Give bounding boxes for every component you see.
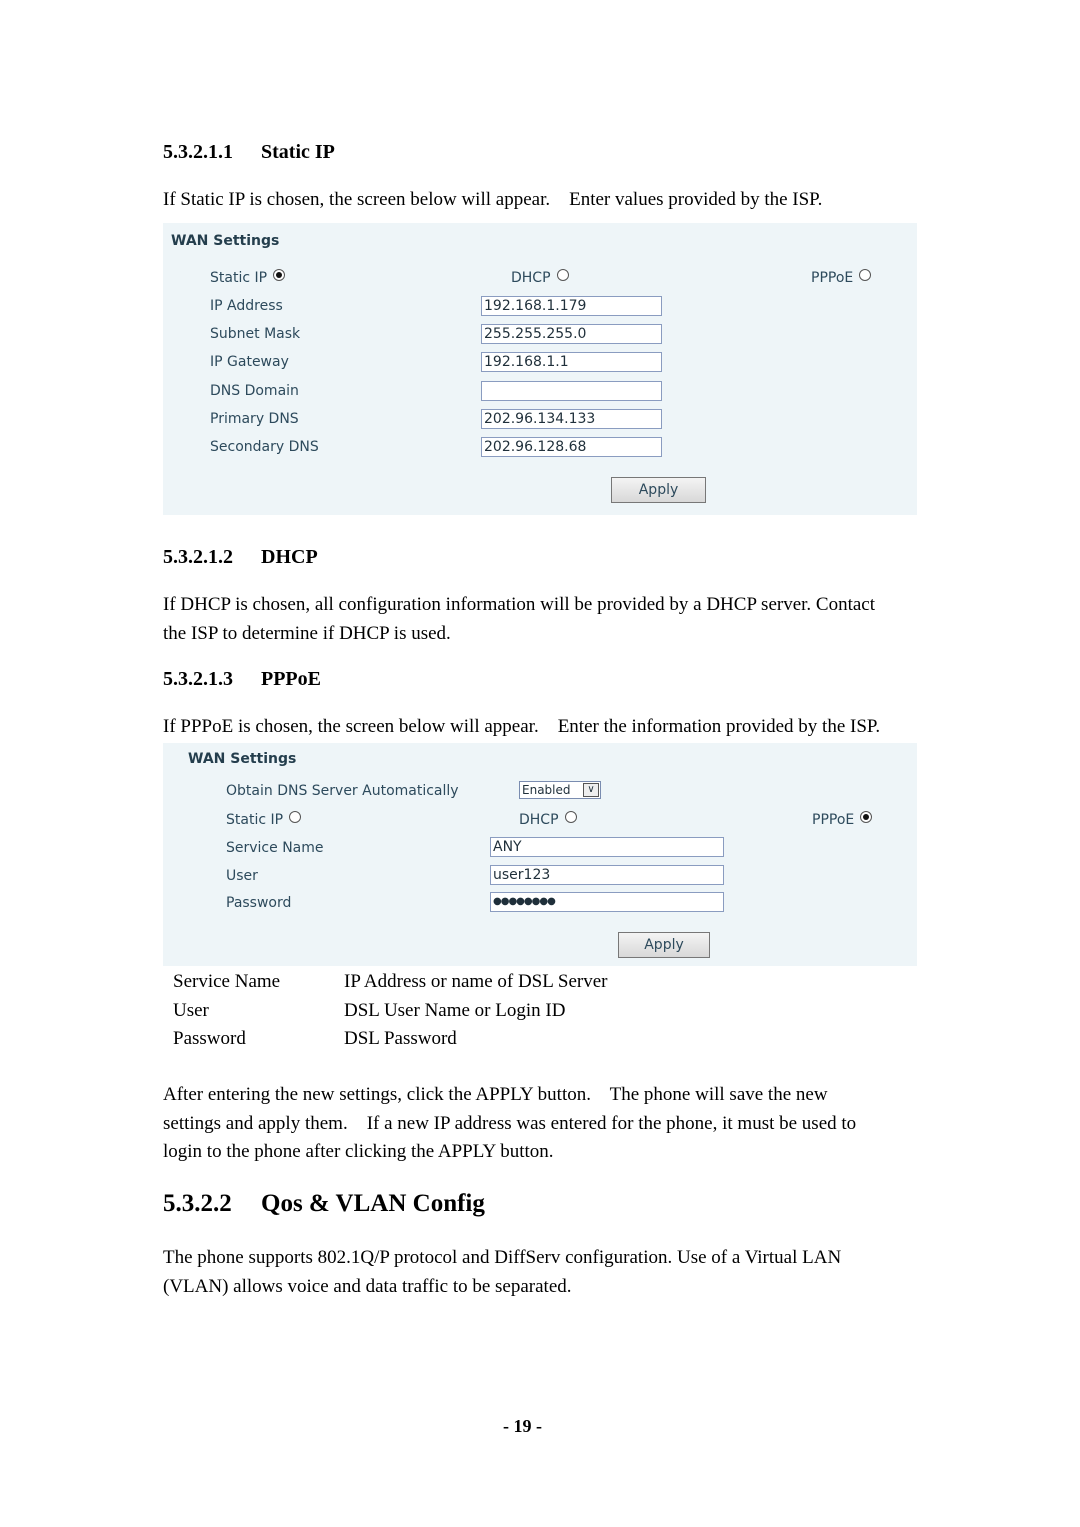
paragraph: If PPPoE is chosen, the screen below wil… bbox=[163, 716, 881, 737]
heading-pppoe: 5.3.2.1.3 PPPoE bbox=[163, 668, 321, 690]
page-number: - 19 - bbox=[503, 1416, 542, 1436]
definition-term: User bbox=[173, 999, 209, 1021]
definition-desc: IP Address or name of DSL Server bbox=[344, 971, 608, 992]
panel-title: WAN Settings bbox=[171, 233, 280, 249]
field-input[interactable]: ANY bbox=[490, 837, 724, 857]
wan-settings-pppoe-panel: WAN Settings Obtain DNS Server Automatic… bbox=[163, 743, 917, 966]
chevron-down-icon[interactable]: ∨ bbox=[583, 783, 599, 797]
field-input[interactable] bbox=[481, 380, 662, 401]
radio-unchecked-icon[interactable] bbox=[564, 811, 577, 823]
paragraph: If Static IP is chosen, the screen below… bbox=[163, 189, 823, 210]
field-input[interactable]: 202.96.134.133 bbox=[481, 408, 662, 429]
paragraph: the ISP to determine if DHCP is used. bbox=[163, 623, 451, 644]
radio-pppoe[interactable]: PPPoE bbox=[812, 811, 873, 829]
field-label: Password bbox=[226, 895, 292, 912]
field-label: IP Address bbox=[210, 298, 283, 314]
radio-unchecked-icon[interactable] bbox=[859, 269, 872, 281]
field-label: Primary DNS bbox=[210, 410, 299, 427]
radio-static-ip[interactable]: Static IP bbox=[210, 269, 286, 287]
radio-dhcp[interactable]: DHCP bbox=[519, 811, 577, 829]
field-label: Subnet Mask bbox=[210, 326, 301, 343]
field-label: Secondary DNS bbox=[210, 439, 319, 455]
paragraph: The phone supports 802.1Q/P protocol and… bbox=[163, 1247, 842, 1268]
document-page: 5.3.2.1.1 Static IP If Static IP is chose… bbox=[0, 0, 1080, 1527]
obtain-dns-label: Obtain DNS Server Automatically bbox=[226, 783, 459, 799]
definition-desc: DSL User Name or Login ID bbox=[344, 999, 566, 1021]
radio-dhcp[interactable]: DHCP bbox=[511, 269, 569, 287]
paragraph: settings and apply them. If a new IP add… bbox=[163, 1113, 857, 1134]
panel-title: WAN Settings bbox=[188, 751, 297, 767]
apply-button[interactable]: Apply bbox=[618, 932, 710, 958]
radio-unchecked-icon[interactable] bbox=[556, 269, 569, 281]
paragraph: login to the phone after clicking the AP… bbox=[163, 1141, 554, 1162]
apply-button[interactable]: Apply bbox=[611, 477, 706, 503]
paragraph: After entering the new settings, click t… bbox=[163, 1084, 828, 1105]
radio-checked-icon[interactable] bbox=[860, 811, 873, 823]
definition-term: Service Name bbox=[173, 971, 281, 992]
heading-dhcp: 5.3.2.1.2 DHCP bbox=[163, 546, 318, 568]
radio-checked-icon[interactable] bbox=[273, 269, 286, 281]
field-input[interactable]: 202.96.128.68 bbox=[481, 437, 662, 457]
paragraph: If DHCP is chosen, all configuration inf… bbox=[163, 594, 876, 615]
radio-unchecked-icon[interactable] bbox=[289, 811, 302, 823]
radio-pppoe[interactable]: PPPoE bbox=[811, 269, 872, 287]
field-input[interactable]: 255.255.255.0 bbox=[481, 324, 662, 345]
field-label: Service Name bbox=[226, 840, 324, 856]
heading-static-ip: 5.3.2.1.1 Static IP bbox=[163, 141, 335, 163]
radio-static-ip[interactable]: Static IP bbox=[226, 811, 302, 829]
field-input[interactable]: 192.168.1.1 bbox=[481, 352, 662, 373]
heading-qos-vlan: 5.3.2.2 Qos & VLAN Config bbox=[163, 1190, 485, 1217]
field-label: DNS Domain bbox=[210, 382, 299, 399]
obtain-dns-select[interactable]: Enabled ∨ bbox=[519, 781, 601, 799]
definition-desc: DSL Password bbox=[344, 1028, 457, 1049]
paragraph: (VLAN) allows voice and data traffic to … bbox=[163, 1276, 572, 1297]
password-input[interactable]: ●●●●●●●● bbox=[490, 892, 724, 913]
wan-settings-static-panel: WAN Settings Static IP DHCP PPPoE IP Add… bbox=[163, 223, 917, 515]
field-input[interactable]: 192.168.1.179 bbox=[481, 296, 662, 316]
field-label: IP Gateway bbox=[210, 354, 289, 371]
field-input[interactable]: user123 bbox=[490, 864, 724, 885]
definition-term: Password bbox=[173, 1028, 246, 1049]
field-label: User bbox=[226, 867, 258, 884]
